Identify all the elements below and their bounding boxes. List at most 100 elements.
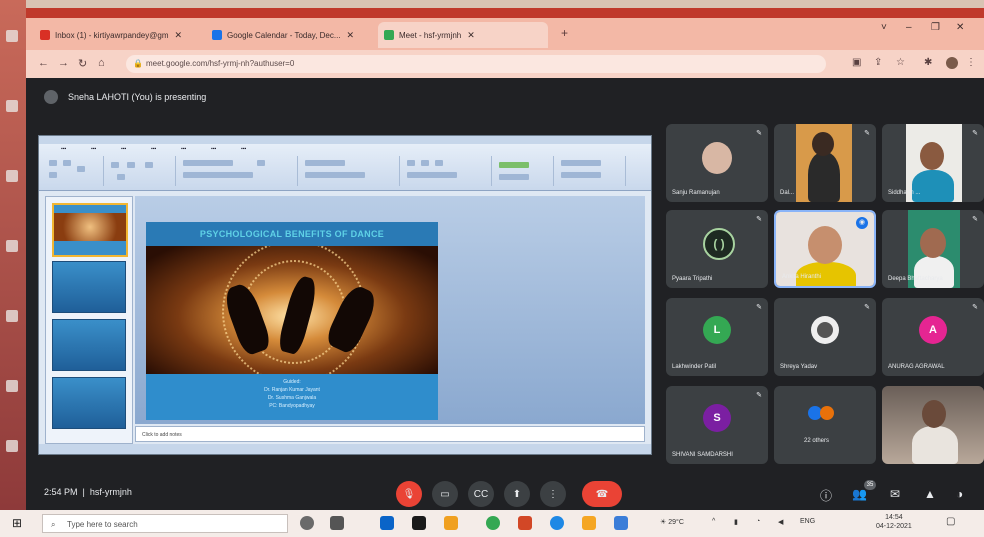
volume-icon[interactable]: ◀ — [778, 518, 783, 526]
participant-tile[interactable]: ✎ Sanju Ramanujan — [666, 124, 768, 202]
participant-tile[interactable]: ✎ Deepa Bhattacharya — [882, 210, 984, 288]
participant-tile[interactable]: ✎ Dal... — [774, 124, 876, 202]
camera-icon[interactable]: ▣ — [852, 57, 861, 68]
chrome-icon[interactable] — [486, 516, 500, 530]
taskbar-clock[interactable]: 14:54 04-12-2021 — [876, 513, 912, 531]
close-icon[interactable]: ✕ — [175, 30, 183, 41]
app-icon[interactable] — [582, 516, 596, 530]
lock-icon[interactable]: ◑ — [956, 487, 963, 501]
tab-calendar[interactable]: Google Calendar - Today, Dec... ✕ — [206, 22, 376, 48]
app-icon[interactable] — [380, 516, 394, 530]
camera-button[interactable]: ▭ — [432, 481, 458, 507]
presenting-banner: Sneha LAHOTI (You) is presenting — [44, 90, 206, 104]
start-icon[interactable]: ⊞ — [12, 516, 22, 530]
desktop-icon[interactable] — [6, 30, 18, 42]
participant-tile-speaking[interactable]: ◉ Ankita Hiranthi — [774, 210, 876, 288]
powerpoint-icon[interactable] — [518, 516, 532, 530]
slide-title: PSYCHOLOGICAL BENEFITS OF DANCE — [146, 222, 438, 246]
address-bar-row: ← → ↻ ⌂ 🔒 meet.google.com/hsf-yrmj-nh?au… — [26, 50, 984, 78]
desktop-icon[interactable] — [6, 310, 18, 322]
mic-off-icon: ✎ — [864, 130, 870, 137]
participant-name: Shreya Yadav — [780, 364, 818, 370]
participant-tile[interactable]: A ✎ ANURAG AGRAWAL — [882, 298, 984, 376]
end-call-button[interactable]: ☎ — [582, 481, 622, 507]
task-view-icon[interactable] — [330, 516, 344, 530]
weather-icon[interactable]: ☀ 29°C — [660, 518, 684, 526]
share-icon[interactable]: ⇪ — [874, 57, 882, 68]
more-options-button[interactable]: ⋮ — [540, 481, 566, 507]
desktop-icon[interactable] — [6, 240, 18, 252]
extensions-icon[interactable]: ✱ — [924, 57, 932, 68]
notes-field[interactable]: Click to add notes — [135, 426, 645, 442]
participant-tile[interactable]: ✎ Shreya Yadav — [774, 298, 876, 376]
slide-thumbnail[interactable] — [52, 261, 126, 313]
tab-meet[interactable]: Meet - hsf-yrmjnh ✕ — [378, 22, 548, 48]
mic-off-icon: ✎ — [972, 304, 978, 311]
desktop-icon[interactable] — [6, 380, 18, 392]
taskbar-search[interactable]: ⌕ Type here to search — [42, 514, 288, 533]
forward-icon[interactable]: → — [58, 57, 69, 69]
ribbon-tab: ▪▪▪ — [91, 146, 97, 152]
maximize-button[interactable]: ❐ — [931, 22, 940, 33]
participant-tile[interactable] — [882, 386, 984, 464]
ribbon-group — [43, 156, 104, 186]
close-icon[interactable]: ✕ — [347, 30, 355, 41]
mic-off-button[interactable]: 🎙 — [396, 481, 422, 507]
cortana-icon[interactable] — [300, 516, 314, 530]
star-icon[interactable]: ☆ — [896, 57, 905, 68]
url-input[interactable]: 🔒 meet.google.com/hsf-yrmj-nh?authuser=0 — [126, 55, 826, 73]
activities-icon[interactable]: ▲ — [924, 487, 936, 501]
participant-tile[interactable]: L ✎ Lakhwinder Patil — [666, 298, 768, 376]
others-count: 22 others — [804, 438, 830, 444]
mic-off-icon: ✎ — [864, 304, 870, 311]
back-icon[interactable]: ← — [38, 57, 49, 69]
network-icon[interactable]: ◔ — [756, 518, 760, 525]
app-icon[interactable] — [412, 516, 426, 530]
new-tab-button[interactable]: + — [561, 26, 568, 40]
close-window-button[interactable]: ✕ — [956, 22, 964, 33]
slide-thumbnail[interactable] — [52, 203, 128, 257]
others-tile[interactable]: 22 others — [774, 386, 876, 464]
notification-icon[interactable]: ▢ — [946, 516, 955, 527]
reload-icon[interactable]: ↻ — [78, 57, 87, 70]
tab-bar: Inbox (1) - kirtiyawrpandey@gm ✕ Google … — [26, 8, 984, 50]
ppt-status-bar — [39, 444, 651, 454]
desktop-icon[interactable] — [6, 100, 18, 112]
tray-chevron-icon[interactable]: ^ — [712, 518, 715, 525]
profile-avatar[interactable] — [946, 57, 958, 69]
slides-pane — [45, 196, 133, 444]
close-icon[interactable]: ✕ — [467, 30, 475, 41]
edge-icon[interactable] — [550, 516, 564, 530]
desktop-icon[interactable] — [6, 170, 18, 182]
participant-tile[interactable]: S ✎ SHIVANI SAMDARSHI — [666, 386, 768, 464]
info-icon[interactable]: ⓘ — [820, 487, 832, 504]
ribbon-tab: ▪▪▪ — [241, 146, 247, 152]
desktop-icon[interactable] — [6, 440, 18, 452]
lock-icon: 🔒 — [133, 59, 143, 68]
participant-tile[interactable]: ✎ Siddharth ... — [882, 124, 984, 202]
slide-thumbnail[interactable] — [52, 319, 126, 371]
mic-off-icon: ✎ — [972, 216, 978, 223]
participant-tile[interactable]: ( ) ✎ Pyaara Tripathi — [666, 210, 768, 288]
window-top-strip — [26, 8, 984, 18]
ribbon-tab: ▪▪▪ — [121, 146, 127, 152]
app-icon[interactable] — [614, 516, 628, 530]
chat-icon[interactable]: ✉ — [890, 487, 900, 501]
present-button[interactable]: ⬆ — [504, 481, 530, 507]
ribbon-tab: ▪▪▪ — [151, 146, 157, 152]
language-icon[interactable]: ENG — [800, 518, 815, 525]
menu-icon[interactable]: ⋮ — [966, 57, 976, 68]
slide-thumbnail[interactable] — [52, 377, 126, 429]
minimize-button[interactable]: – — [906, 22, 912, 33]
people-icon[interactable]: 👥 — [852, 487, 867, 501]
captions-button[interactable]: CC — [468, 481, 494, 507]
presenting-text: Sneha LAHOTI (You) is presenting — [68, 92, 207, 102]
file-explorer-icon[interactable] — [444, 516, 458, 530]
tab-search-icon[interactable]: ˅ — [881, 22, 887, 33]
home-icon[interactable]: ⌂ — [98, 57, 105, 69]
tab-label: Google Calendar - Today, Dec... — [227, 30, 341, 40]
desktop-edge — [0, 0, 26, 510]
battery-icon[interactable]: ▮ — [734, 518, 738, 526]
mic-off-icon: ✎ — [972, 130, 978, 137]
tab-gmail[interactable]: Inbox (1) - kirtiyawrpandey@gm ✕ — [34, 22, 204, 48]
